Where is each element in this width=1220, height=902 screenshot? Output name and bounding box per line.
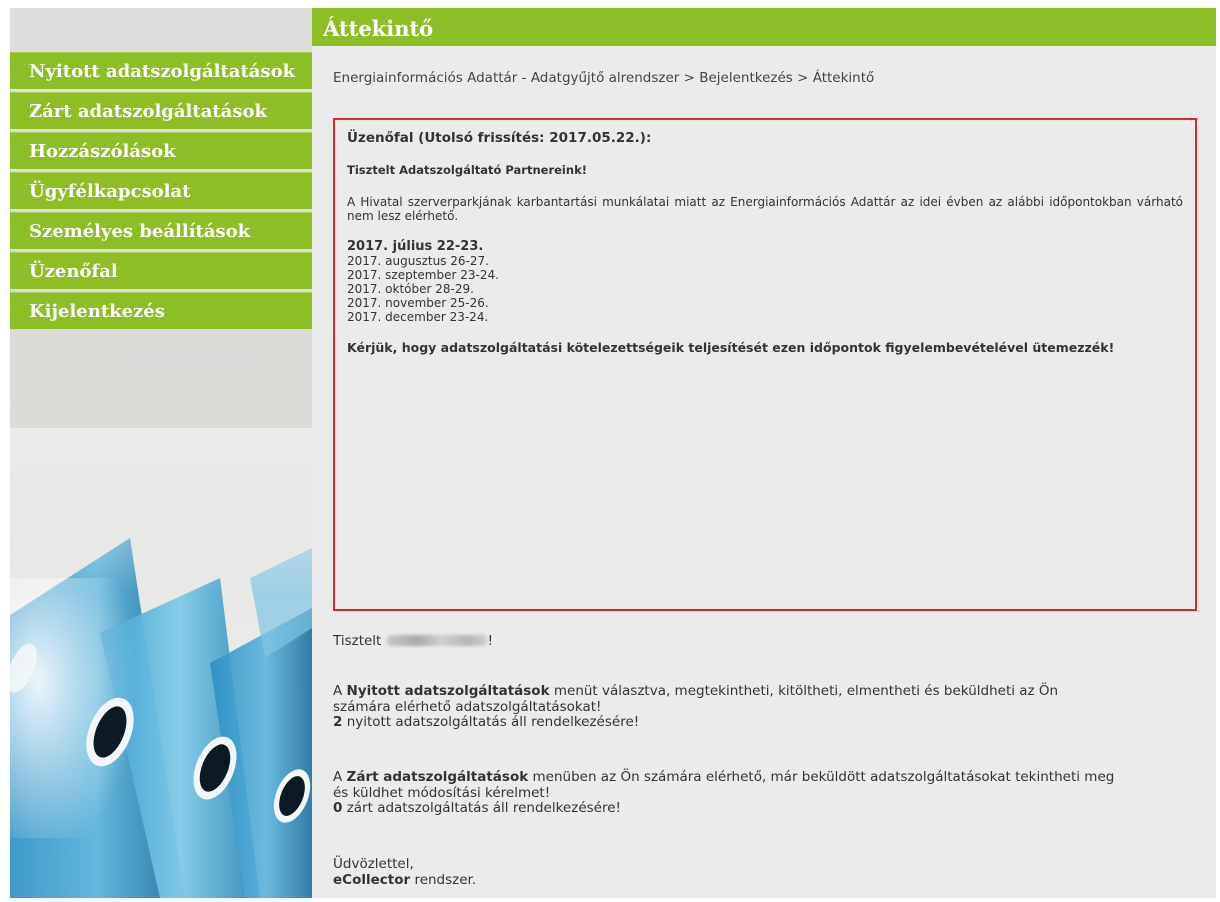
closed-info-prefix: A xyxy=(333,769,343,785)
date-item: 2017. november 25-26. xyxy=(347,296,489,310)
signoff-greeting: Üdvözlettel, xyxy=(333,856,414,872)
breadcrumb: Energiainformációs Adattár - Adatgyűjtő … xyxy=(333,70,875,86)
sidebar-menu: Nyitott adatszolgáltatások Zárt adatszol… xyxy=(10,52,312,329)
salutation-suffix: ! xyxy=(487,633,494,649)
maintenance-dates: 2017. július 22-23. 2017. augusztus 26-2… xyxy=(347,239,1183,325)
sidebar: Nyitott adatszolgáltatások Zárt adatszol… xyxy=(10,8,312,898)
sidebar-item-personal-settings[interactable]: Személyes beállítások xyxy=(10,212,312,249)
open-info-text-2: számára elérhető adatszolgáltatásokat! xyxy=(333,698,602,715)
message-paragraph: A Hivatal szerverparkjának karbantartási… xyxy=(347,195,1183,223)
message-request: Kérjük, hogy adatszolgáltatási kötelezet… xyxy=(347,340,1115,355)
page-title: Áttekintő xyxy=(312,8,1216,46)
system-suffix: rendszer. xyxy=(414,871,477,888)
salutation: Tisztelt ! xyxy=(333,633,494,650)
message-board-title: Üzenőfal (Utolsó frissítés: 2017.05.22.)… xyxy=(347,130,652,146)
open-services-link-text: Nyitott adatszolgáltatások xyxy=(346,683,550,699)
binders-illustration xyxy=(10,428,312,898)
system-name: eCollector xyxy=(333,871,411,888)
signoff: Üdvözlettel, eCollector rendszer. xyxy=(333,856,477,888)
message-board: Üzenőfal (Utolsó frissítés: 2017.05.22.)… xyxy=(333,118,1197,611)
closed-info-text-2: és küldhet módosítási kérelmet! xyxy=(333,784,551,801)
open-services-info: A Nyitott adatszolgáltatások menüt válas… xyxy=(333,683,1059,731)
date-item: 2017. szeptember 23-24. xyxy=(347,268,499,282)
closed-services-link-text: Zárt adatszolgáltatások xyxy=(346,769,529,785)
date-item: 2017. október 28-29. xyxy=(347,282,474,296)
sidebar-item-open-data-services[interactable]: Nyitott adatszolgáltatások xyxy=(10,52,312,89)
open-info-prefix: A xyxy=(333,683,343,699)
closed-services-info: A Zárt adatszolgáltatások menüben az Ön … xyxy=(333,769,1115,817)
redacted-user-name xyxy=(386,635,487,646)
salutation-prefix: Tisztelt xyxy=(333,633,382,649)
closed-count: 0 xyxy=(333,800,343,816)
sidebar-item-closed-data-services[interactable]: Zárt adatszolgáltatások xyxy=(10,92,312,129)
closed-count-text: zárt adatszolgáltatás áll rendelkezésére… xyxy=(346,800,621,816)
open-info-text-1: menüt választva, megtekintheti, kitölthe… xyxy=(553,683,1059,699)
message-greeting: Tisztelt Adatszolgáltató Partnereink! xyxy=(347,163,587,177)
date-item: 2017. július 22-23. xyxy=(347,239,484,254)
date-item: 2017. augusztus 26-27. xyxy=(347,254,489,268)
sidebar-item-comments[interactable]: Hozzászólások xyxy=(10,132,312,169)
date-item: 2017. december 23-24. xyxy=(347,310,489,324)
open-count-text: nyitott adatszolgáltatás áll rendelkezés… xyxy=(346,714,640,730)
open-count: 2 xyxy=(333,714,343,730)
sidebar-header-space xyxy=(10,8,312,52)
sidebar-item-message-board[interactable]: Üzenőfal xyxy=(10,252,312,289)
sidebar-item-customer-contact[interactable]: Ügyfélkapcsolat xyxy=(10,172,312,209)
sidebar-item-logout[interactable]: Kijelentkezés xyxy=(10,292,312,329)
main-content: Áttekintő Energiainformációs Adattár - A… xyxy=(312,8,1216,898)
closed-info-text-1: menüben az Ön számára elérhető, már bekü… xyxy=(532,769,1115,785)
